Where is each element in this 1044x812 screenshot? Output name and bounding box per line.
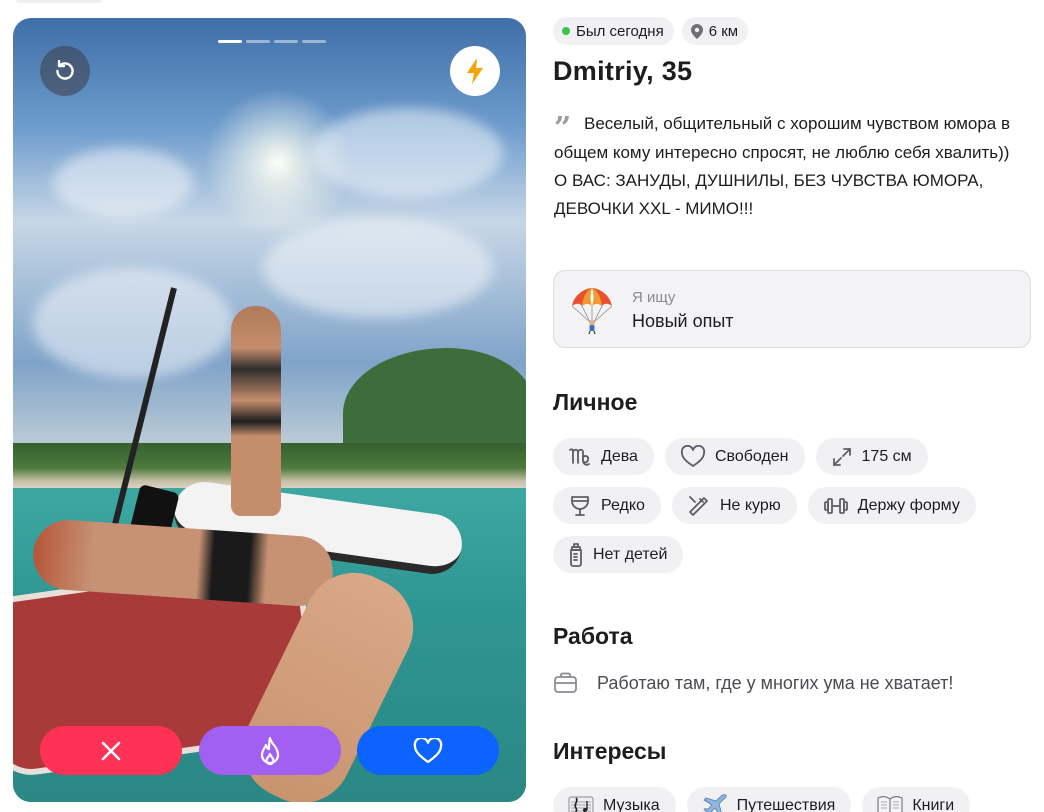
virgo-icon bbox=[569, 447, 590, 466]
chip-height: 175 см bbox=[815, 438, 928, 475]
dumbbell-icon bbox=[823, 497, 848, 514]
personal-chips: Дева Свободен 175 см Редко Не курю Держу… bbox=[553, 438, 1033, 573]
bio-line: ” Веселый, общительный с хорошим чувством… bbox=[554, 111, 1011, 163]
photo-pagination bbox=[218, 40, 326, 43]
work-row: Работаю там, где у многих ума не хватает… bbox=[553, 672, 953, 694]
photo-page-indicator[interactable] bbox=[302, 40, 326, 43]
chip-label: Держу форму bbox=[857, 496, 960, 514]
previous-card-edge bbox=[16, 0, 102, 3]
chip-label: Дева bbox=[601, 447, 638, 465]
flame-icon bbox=[260, 736, 280, 765]
chip-relationship: Свободен bbox=[664, 438, 805, 475]
distance-badge: 6 км bbox=[681, 17, 749, 45]
chip-fitness: Держу форму bbox=[807, 487, 976, 524]
chip-children: Нет детей bbox=[553, 536, 684, 573]
personal-section-title: Личное bbox=[553, 389, 638, 415]
photo-page-indicator[interactable] bbox=[274, 40, 298, 43]
chip-interest-music[interactable]: Музыка bbox=[553, 787, 676, 812]
parachute-icon bbox=[571, 288, 613, 334]
work-text: Работаю там, где у многих ума не хватает… bbox=[597, 672, 954, 693]
chip-label: 175 см bbox=[861, 447, 912, 465]
photo-standing-person bbox=[231, 306, 281, 516]
undo-button[interactable] bbox=[40, 46, 90, 96]
chip-label: Путешествия bbox=[736, 796, 836, 812]
book-icon bbox=[877, 795, 903, 812]
superlike-button[interactable] bbox=[199, 726, 341, 775]
expand-icon bbox=[832, 447, 851, 466]
online-status-text: Был сегодня bbox=[576, 22, 664, 40]
chip-label: Книги bbox=[912, 796, 955, 812]
bio-line: О ВАС: ЗАНУДЫ, ДУШНИЛЫ, БЕЗ ЧУВСТВА ЮМОР… bbox=[554, 171, 984, 218]
interest-chips: Музыка Путешествия Книги bbox=[553, 787, 1033, 812]
chip-label: Свободен bbox=[714, 447, 789, 465]
online-dot-icon bbox=[562, 27, 570, 35]
briefcase-icon bbox=[554, 672, 577, 693]
chip-interest-travel[interactable]: Путешествия bbox=[686, 787, 852, 812]
profile-name: Dmitriy, 35 bbox=[553, 56, 693, 86]
chip-label: Музыка bbox=[603, 796, 660, 812]
wine-glass-icon bbox=[571, 495, 589, 516]
airplane-icon bbox=[702, 793, 727, 812]
photo-cloud bbox=[53, 148, 193, 218]
quote-icon: ” bbox=[554, 111, 572, 146]
profile-badges: Был сегодня 6 км bbox=[553, 17, 749, 45]
looking-for-value: Новый опыт bbox=[632, 311, 734, 331]
interests-section-title: Интересы bbox=[553, 738, 667, 764]
dislike-button[interactable] bbox=[40, 726, 182, 775]
boost-button[interactable] bbox=[450, 46, 500, 96]
location-pin-icon bbox=[690, 23, 703, 39]
online-status-badge: Был сегодня bbox=[553, 17, 674, 45]
chip-label: Нет детей bbox=[593, 545, 668, 563]
photo-cloud bbox=[313, 108, 503, 198]
chip-label: Не курю bbox=[719, 496, 781, 514]
looking-for-card: Я ищу Новый опыт bbox=[553, 270, 1031, 348]
distance-text: 6 км bbox=[708, 22, 739, 40]
photo-page-indicator[interactable] bbox=[246, 40, 270, 43]
chip-label: Редко bbox=[601, 496, 645, 514]
photo-page-indicator[interactable] bbox=[218, 40, 242, 43]
heart-outline-icon bbox=[680, 445, 706, 467]
cigarette-icon bbox=[689, 495, 708, 516]
profile-info: Был сегодня 6 км Dmitriy, 35 ” Веселый, о… bbox=[553, 0, 1033, 812]
like-button[interactable] bbox=[357, 726, 499, 775]
chip-alcohol: Редко bbox=[553, 487, 661, 524]
chip-interest-books[interactable]: Книги bbox=[862, 787, 971, 812]
lightning-icon bbox=[467, 58, 483, 84]
photo-cloud bbox=[263, 218, 493, 318]
music-icon bbox=[568, 796, 594, 812]
undo-icon bbox=[56, 59, 74, 80]
chip-zodiac: Дева bbox=[553, 438, 654, 475]
profile-photo-card[interactable] bbox=[13, 18, 526, 802]
work-section-title: Работа bbox=[553, 623, 633, 649]
profile-bio: ” Веселый, общительный с хорошим чувством… bbox=[554, 110, 1030, 223]
baby-bottle-icon bbox=[570, 542, 582, 567]
close-icon bbox=[101, 741, 121, 760]
looking-for-label: Я ищу bbox=[632, 289, 676, 306]
heart-icon bbox=[413, 737, 443, 763]
photo-cloud bbox=[33, 268, 233, 378]
chip-smoking: Не курю bbox=[671, 487, 797, 524]
